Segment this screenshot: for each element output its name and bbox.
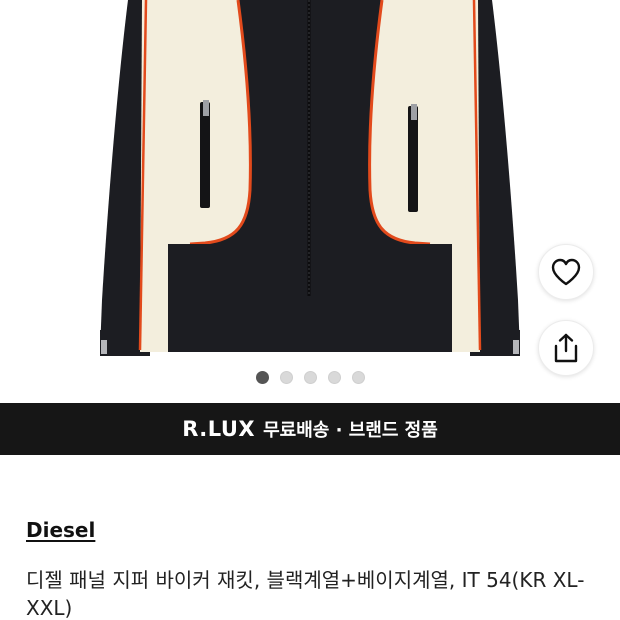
carousel-dots [0, 371, 620, 385]
carousel-dot[interactable] [303, 371, 317, 384]
share-icon [554, 333, 578, 363]
carousel-dot[interactable] [351, 371, 365, 384]
right-pocket-zipper [408, 106, 418, 212]
banner-brand-logo: R.LUX [182, 417, 256, 441]
banner-text: 무료배송 · 브랜드 정품 [263, 420, 438, 441]
product-title: 디젤 패널 지퍼 바이커 재킷, 블랙계열+베이지계열, IT 54(KR XL… [26, 568, 585, 620]
product-image [100, 0, 520, 356]
brand-link[interactable]: Diesel [26, 518, 95, 542]
carousel-dot[interactable] [279, 371, 293, 384]
wishlist-button[interactable] [538, 244, 594, 300]
carousel-dot[interactable] [255, 371, 269, 384]
left-pocket-zipper [200, 102, 210, 208]
product-gallery[interactable] [0, 0, 620, 403]
share-button[interactable] [538, 320, 594, 376]
promo-banner: R.LUX 무료배송 · 브랜드 정품 [0, 403, 620, 455]
carousel-dot[interactable] [327, 371, 341, 384]
heart-icon [551, 258, 581, 286]
